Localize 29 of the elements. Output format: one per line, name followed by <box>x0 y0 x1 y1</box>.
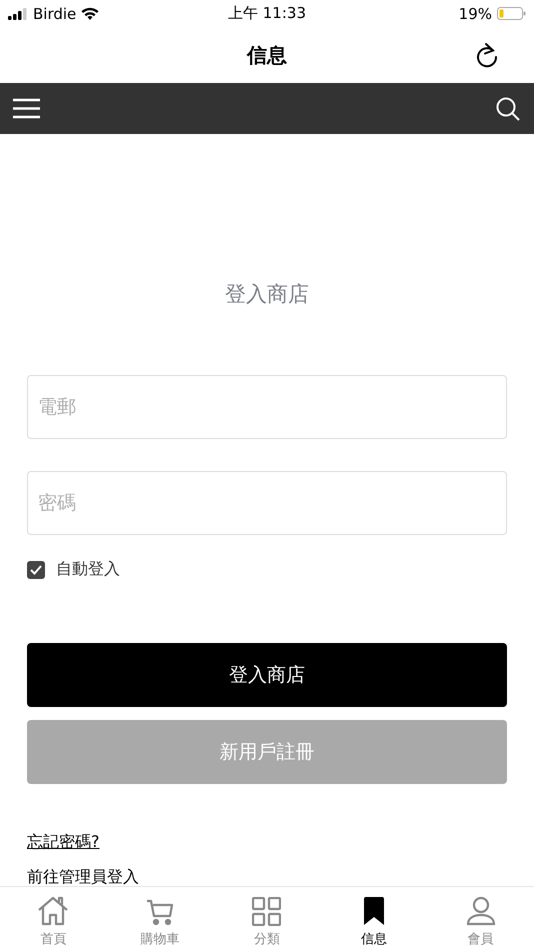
refresh-icon[interactable] <box>474 41 500 69</box>
tab-item[interactable]: 信息 <box>320 887 428 950</box>
forgot-password-link[interactable]: 忘記密碼? <box>27 832 100 853</box>
checkbox-label: 自動登入 <box>56 559 120 580</box>
home-icon <box>37 896 70 926</box>
battery-icon <box>497 7 526 20</box>
login-heading: 登入商店 <box>224 281 310 308</box>
search-icon[interactable] <box>496 96 520 120</box>
cart-icon <box>146 898 174 926</box>
tab-item[interactable]: 首頁 <box>0 887 107 950</box>
page-title: 信息 <box>247 42 287 68</box>
battery-percentage: 19% <box>458 4 492 22</box>
person-icon <box>466 896 496 926</box>
tab-item[interactable]: 分類 <box>214 887 320 950</box>
register-button[interactable]: 新用戶註冊 <box>27 720 507 784</box>
carrier-name: Birdie <box>33 4 76 22</box>
login-button[interactable]: 登入商店 <box>27 643 507 707</box>
clock-time: 上午 11:33 <box>228 4 306 23</box>
menu-icon[interactable] <box>13 98 40 119</box>
signal-icon <box>8 8 28 20</box>
bookmark-icon <box>362 896 385 926</box>
email-field[interactable]: 電郵 <box>27 375 507 439</box>
admin-login-link[interactable]: 前往管理員登入 <box>27 867 139 886</box>
tab-item[interactable]: 會員 <box>427 887 534 950</box>
grid-icon <box>252 897 282 926</box>
wifi-icon <box>81 7 100 20</box>
checkbox[interactable] <box>27 560 45 578</box>
tab-item[interactable]: 購物車 <box>106 887 214 950</box>
password-field[interactable]: 密碼 <box>27 471 507 535</box>
